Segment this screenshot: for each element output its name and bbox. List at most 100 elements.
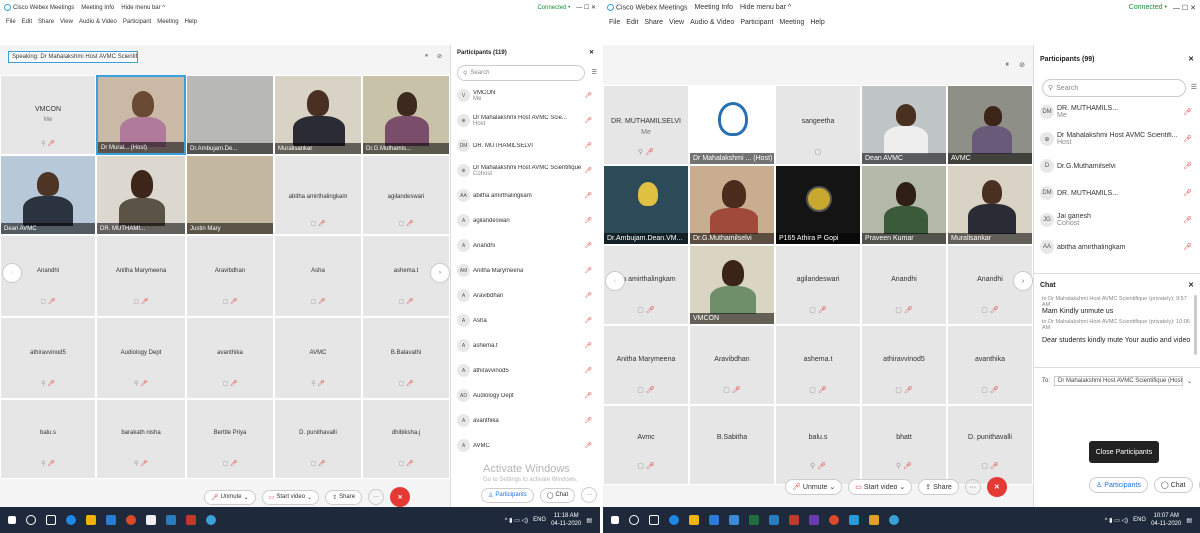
prev-page-icon[interactable]: ‹: [605, 271, 625, 291]
menu-meeting[interactable]: Meeting: [779, 19, 804, 26]
participant-tile[interactable]: balu.s ⚲ 🎤︎: [775, 405, 861, 485]
unmute-button[interactable]: 🎤︎ Unmute ⌄: [785, 479, 843, 495]
tray-icons[interactable]: ^ ▮ ▭ ◁): [505, 517, 528, 524]
mail-icon[interactable]: [729, 515, 739, 525]
participant-tile[interactable]: bhatt ⚲ 🎤︎: [861, 405, 947, 485]
mic-muted-icon[interactable]: 🎤︎: [584, 142, 592, 149]
participant-row[interactable]: A Asha 🎤︎: [451, 314, 600, 327]
webex-taskbar-icon[interactable]: [889, 515, 899, 525]
participant-row[interactable]: Aavanthika 🎤︎: [451, 414, 600, 427]
mic-muted-icon[interactable]: 🎤︎: [1183, 243, 1192, 251]
menu-participant[interactable]: Participant: [740, 19, 773, 26]
file-explorer-icon[interactable]: [689, 515, 699, 525]
window-controls[interactable]: — ☐ ✕: [576, 4, 596, 11]
end-meeting-button[interactable]: ✕: [390, 487, 411, 507]
participant-row[interactable]: AA abitha amirthalingkam 🎤︎: [1034, 240, 1200, 254]
mic-muted-icon[interactable]: 🎤︎: [584, 292, 592, 299]
participant-tile[interactable]: dhibiksha.j ▢ 🎤︎: [362, 399, 450, 479]
task-view-icon[interactable]: [46, 515, 56, 525]
app-icon[interactable]: [809, 515, 819, 525]
end-meeting-button[interactable]: ✕: [986, 477, 1007, 497]
participant-tile[interactable]: D. punithavalli ▢ 🎤︎: [947, 405, 1033, 485]
close-icon[interactable]: ✕: [1188, 55, 1194, 63]
video-tile[interactable]: Justin Mary: [186, 155, 274, 235]
participant-row[interactable]: A Anandhi 🎤︎: [451, 239, 600, 252]
share-button[interactable]: ⇪ Share: [325, 489, 363, 505]
menu-share[interactable]: Share: [644, 19, 663, 26]
search-icon[interactable]: [629, 515, 639, 525]
video-tile[interactable]: Dr Mahalakshmi ... (Host): [689, 85, 775, 165]
video-tile[interactable]: AVMC: [947, 85, 1033, 165]
mic-muted-icon[interactable]: 🎤︎: [584, 317, 592, 324]
video-tile[interactable]: Dr.G.Muthamilselvi: [689, 165, 775, 245]
participant-row[interactable]: A AVMC 🎤︎: [451, 439, 600, 452]
more-options-button[interactable]: ···: [368, 489, 385, 505]
share-button[interactable]: ⇪ Share: [918, 479, 959, 495]
mic-muted-icon[interactable]: 🎤︎: [584, 117, 592, 124]
mic-muted-icon[interactable]: 🎤︎: [1183, 216, 1192, 224]
participant-row[interactable]: ⊕ Dr Mahalakshmi Host AVMC Scientifique Co…: [451, 164, 600, 177]
lock-icon[interactable]: ⊘: [437, 53, 442, 60]
video-tile[interactable]: P165 Athira P Gopi: [775, 165, 861, 245]
video-tile[interactable]: Dr Mural... (Host): [96, 75, 186, 155]
participant-tile[interactable]: balu.s ⚲ 🎤︎: [0, 399, 96, 479]
participant-tile[interactable]: ashema.t ▢ 🎤︎: [775, 325, 861, 405]
participant-tile[interactable]: Aravibdhan ▢ 🎤︎: [186, 235, 274, 317]
participant-tile[interactable]: AVMC ⚲ 🎤︎: [274, 317, 362, 399]
tray-icons[interactable]: ^ ▮ ▭ ◁): [1105, 517, 1128, 524]
language-indicator[interactable]: ENG: [1133, 517, 1146, 523]
video-tile[interactable]: Dean AVMC: [0, 155, 96, 235]
mic-muted-icon[interactable]: 🎤︎: [584, 342, 592, 349]
participant-row[interactable]: A Aravibdhan 🎤︎: [451, 289, 600, 302]
webex-taskbar-icon[interactable]: [206, 515, 216, 525]
participant-tile[interactable]: avanthika ▢ 🎤︎: [947, 325, 1033, 405]
start-icon[interactable]: [611, 516, 619, 524]
more-options-button[interactable]: ···: [964, 479, 981, 495]
menu-help[interactable]: Help: [185, 19, 197, 25]
close-icon[interactable]: ✕: [589, 49, 594, 56]
mic-muted-icon[interactable]: 🎤︎: [584, 92, 592, 99]
meeting-info-button[interactable]: Meeting Info: [81, 5, 114, 11]
search-icon[interactable]: [26, 515, 36, 525]
mic-muted-icon[interactable]: 🎤︎: [1183, 108, 1192, 116]
participant-tile[interactable]: agilandeswari ▢ 🎤︎: [775, 245, 861, 325]
notifications-icon[interactable]: ▤: [1186, 517, 1192, 524]
video-tile[interactable]: DR. MUTHAMI...: [96, 155, 186, 235]
meeting-info-button[interactable]: Meeting Info: [694, 4, 733, 11]
menu-file[interactable]: File: [6, 19, 16, 25]
clock[interactable]: 10:07 AM 04-11-2020: [1151, 512, 1181, 528]
mic-muted-icon[interactable]: 🎤︎: [584, 242, 592, 249]
chat-button[interactable]: ◯ Chat: [1153, 477, 1193, 493]
participant-row[interactable]: ⊕ Dr Mahalakshmi Host AVMC Scie... Host 🎤︎: [451, 114, 600, 127]
video-tile[interactable]: Dean AVMC: [861, 85, 947, 165]
menu-meeting[interactable]: Meeting: [157, 19, 178, 25]
menu-audio-video[interactable]: Audio & Video: [690, 19, 734, 26]
video-tile[interactable]: Dr.Ambujam.De...: [186, 75, 274, 155]
mic-muted-icon[interactable]: 🎤︎: [584, 417, 592, 424]
unmute-button[interactable]: 🎤︎ Unmute ⌄: [204, 489, 256, 505]
chat-scrollbar[interactable]: [1194, 295, 1197, 355]
video-tile[interactable]: Praveen Kumar: [861, 165, 947, 245]
mic-muted-icon[interactable]: 🎤︎: [584, 367, 592, 374]
chrome-icon[interactable]: [126, 515, 136, 525]
mic-muted-icon[interactable]: 🎤︎: [1183, 162, 1192, 170]
start-video-button[interactable]: ▭ Start video ⌄: [261, 489, 320, 505]
lock-icon[interactable]: ⊘: [1019, 61, 1025, 69]
connection-status[interactable]: Connected •: [1129, 4, 1167, 11]
more-panels-button[interactable]: ···: [581, 487, 598, 503]
start-video-button[interactable]: ▭ Start video ⌄: [848, 479, 913, 495]
participant-row[interactable]: AA abitha amirthalingkam 🎤︎: [451, 189, 600, 202]
video-tile[interactable]: VMCON: [689, 245, 775, 325]
menu-view[interactable]: View: [669, 19, 684, 26]
participant-tile[interactable]: avanthika ▢ 🎤︎: [186, 317, 274, 399]
participant-row[interactable]: V VMCON Me 🎤︎: [451, 89, 600, 102]
participant-tile[interactable]: Anandhi ▢ 🎤︎: [861, 245, 947, 325]
hide-menu-bar-button[interactable]: Hide menu bar ^: [121, 5, 165, 11]
participants-button[interactable]: ♙ Participants: [1089, 477, 1148, 493]
menu-participant[interactable]: Participant: [123, 19, 151, 25]
connection-status[interactable]: Connected •: [537, 5, 570, 11]
participant-tile[interactable]: Audiology Dept ⚲ 🎤︎: [96, 317, 186, 399]
participant-tile[interactable]: abitha amirthalingkam ▢ 🎤︎: [274, 155, 362, 235]
store-icon[interactable]: [106, 515, 116, 525]
mic-muted-icon[interactable]: 🎤︎: [1183, 135, 1192, 143]
